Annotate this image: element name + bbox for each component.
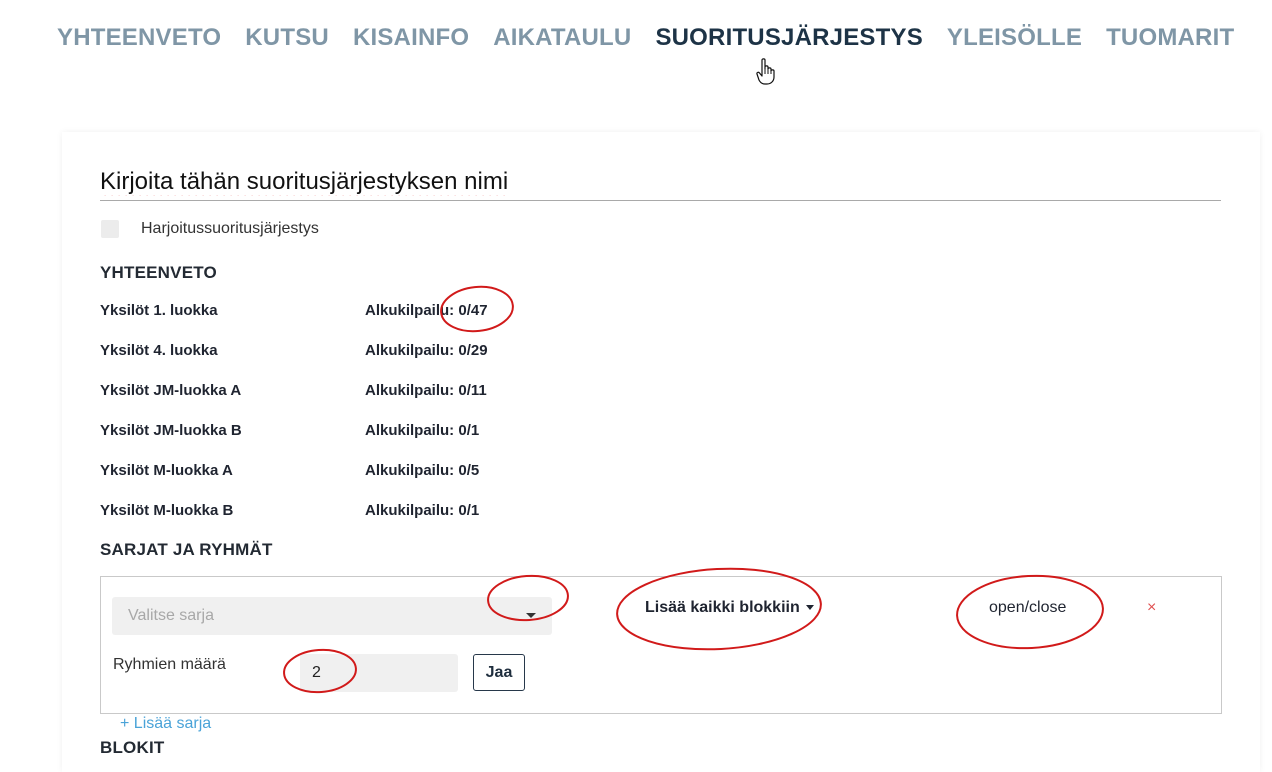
- summary-row: Yksilöt M-luokka B Alkukilpailu: 0/1: [100, 502, 600, 522]
- top-nav: YHTEENVETO KUTSU KISAINFO AIKATAULU SUOR…: [57, 24, 1258, 56]
- summary-series-name: Yksilöt M-luokka A: [100, 462, 233, 479]
- blocks-heading: BLOKIT: [100, 738, 165, 757]
- summary-series-value: Alkukilpailu: 0/1: [365, 502, 480, 519]
- summary-series-value: Alkukilpailu: 0/1: [365, 422, 480, 439]
- split-button[interactable]: Jaa: [473, 654, 525, 691]
- add-all-to-block-dropdown[interactable]: Lisää kaikki blokkiin: [645, 599, 814, 617]
- group-count-label: Ryhmien määrä: [113, 656, 226, 673]
- schedule-name-input[interactable]: [100, 164, 1221, 201]
- summary-row: Yksilöt 1. luokka Alkukilpailu: 0/47: [100, 302, 600, 322]
- tab-yleisolle[interactable]: YLEISÖLLE: [947, 24, 1082, 56]
- tab-tuomarit[interactable]: TUOMARIT: [1106, 24, 1234, 56]
- summary-heading: YHTEENVETO: [100, 263, 217, 282]
- caret-down-icon: [805, 605, 814, 611]
- series-select[interactable]: Valitse sarja: [112, 597, 552, 635]
- summary-series-name: Yksilöt M-luokka B: [100, 502, 234, 519]
- group-count-input[interactable]: 2: [300, 654, 458, 692]
- series-groups-heading: SARJAT JA RYHMÄT: [100, 540, 273, 559]
- series-select-placeholder: Valitse sarja: [128, 607, 214, 624]
- summary-series-name: Yksilöt JM-luokka A: [100, 382, 242, 399]
- summary-row: Yksilöt JM-luokka A Alkukilpailu: 0/11: [100, 382, 600, 402]
- practice-checkbox[interactable]: [101, 220, 119, 238]
- summary-row: Yksilöt M-luokka A Alkukilpailu: 0/5: [100, 462, 600, 482]
- summary-series-value: Alkukilpailu: 0/5: [365, 462, 480, 479]
- hand-cursor-icon: [756, 58, 775, 85]
- chevron-down-icon: [526, 613, 536, 618]
- tab-kisainfo[interactable]: KISAINFO: [353, 24, 469, 56]
- practice-checkbox-label: Harjoitussuoritusjärjestys: [141, 220, 319, 237]
- summary-series-value: Alkukilpailu: 0/47: [365, 302, 488, 319]
- tab-suoritusjarjestys[interactable]: SUORITUSJÄRJESTYS: [655, 24, 922, 56]
- summary-series-value: Alkukilpailu: 0/11: [365, 382, 487, 399]
- summary-series-name: Yksilöt 1. luokka: [100, 302, 218, 319]
- summary-series-name: Yksilöt 4. luokka: [100, 342, 218, 359]
- tab-aikataulu[interactable]: AIKATAULU: [493, 24, 631, 56]
- practice-checkbox-row[interactable]: Harjoitussuoritusjärjestys: [101, 220, 319, 238]
- open-close-toggle[interactable]: open/close: [989, 599, 1066, 617]
- add-all-to-block-label: Lisää kaikki blokkiin: [645, 599, 800, 616]
- summary-row: Yksilöt JM-luokka B Alkukilpailu: 0/1: [100, 422, 600, 442]
- summary-series-name: Yksilöt JM-luokka B: [100, 422, 242, 439]
- close-icon[interactable]: ×: [1147, 599, 1156, 617]
- summary-series-value: Alkukilpailu: 0/29: [365, 342, 488, 359]
- add-series-link[interactable]: + Lisää sarja: [120, 715, 211, 733]
- tab-kutsu[interactable]: KUTSU: [245, 24, 329, 56]
- summary-row: Yksilöt 4. luokka Alkukilpailu: 0/29: [100, 342, 600, 362]
- tab-yhteenveto[interactable]: YHTEENVETO: [57, 24, 221, 56]
